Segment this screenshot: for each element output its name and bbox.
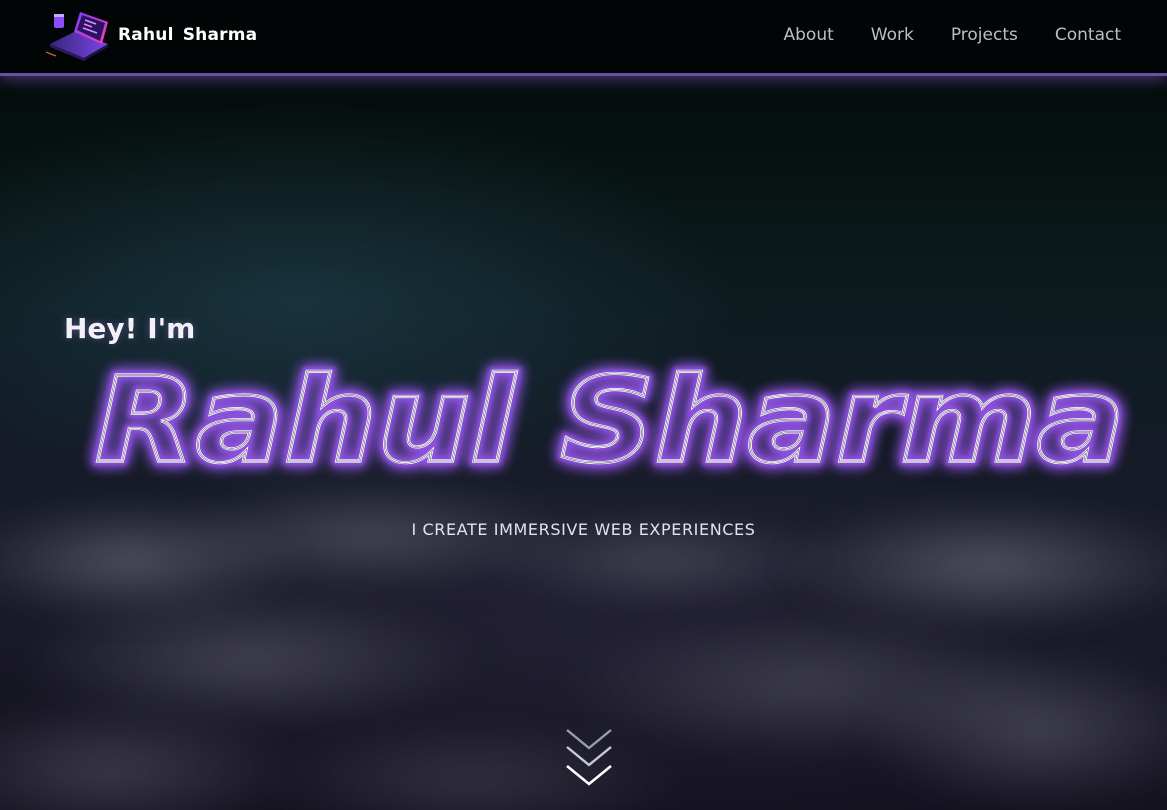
nav-link-work[interactable]: Work — [871, 25, 914, 45]
nav-link-about[interactable]: About — [784, 25, 834, 45]
nav-link-projects[interactable]: Projects — [951, 25, 1018, 45]
double-chevron-down-icon — [566, 729, 612, 786]
navbar: Rahul Sharma About Work Projects Contact — [0, 0, 1167, 76]
main-nav: About Work Projects Contact — [784, 25, 1122, 45]
scroll-down-button[interactable] — [562, 727, 616, 793]
nav-link-contact[interactable]: Contact — [1055, 25, 1121, 45]
hero-name-neon: Rahul Sharma Rahul Sharma Rahul Sharma R… — [80, 347, 1140, 493]
laptop-code-icon — [45, 12, 108, 61]
hero-name-text: Rahul Sharma — [95, 351, 1125, 489]
brand-name: Rahul Sharma — [118, 25, 258, 45]
hero-tagline: I CREATE IMMERSIVE WEB EXPERIENCES — [411, 520, 756, 539]
brand-logo-link[interactable]: Rahul Sharma — [44, 8, 257, 62]
page: Rahul Sharma About Work Projects Contact… — [0, 0, 1167, 810]
hero-greeting: Hey! I'm — [64, 312, 196, 345]
